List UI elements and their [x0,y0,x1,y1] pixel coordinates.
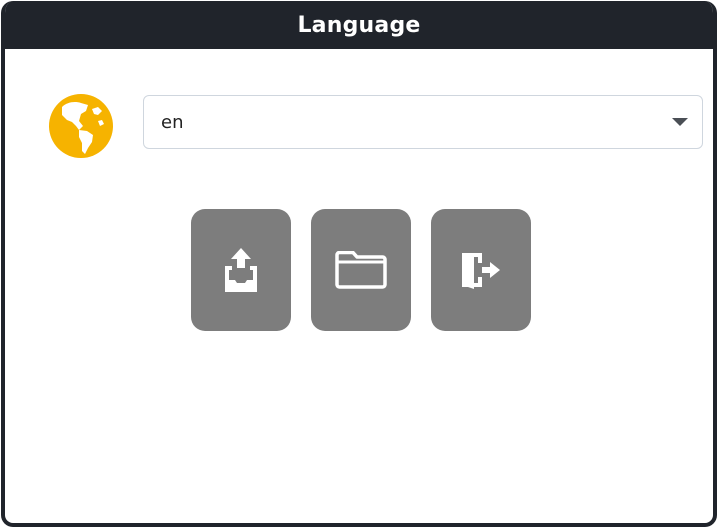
chevron-down-icon [672,118,688,126]
tray-upload-icon [223,248,259,292]
language-select-value: en [161,111,184,133]
export-button[interactable] [191,209,291,331]
open-folder-button[interactable] [311,209,411,331]
action-toolbar [191,209,531,331]
language-select[interactable]: en [143,95,703,149]
dialog-title: Language [297,12,421,38]
exit-button[interactable] [431,209,531,331]
folder-icon [335,251,387,289]
door-exit-icon [458,251,504,289]
globe-icon [48,93,114,159]
title-bar: Language [5,1,713,49]
language-dialog: Language en [1,1,717,527]
